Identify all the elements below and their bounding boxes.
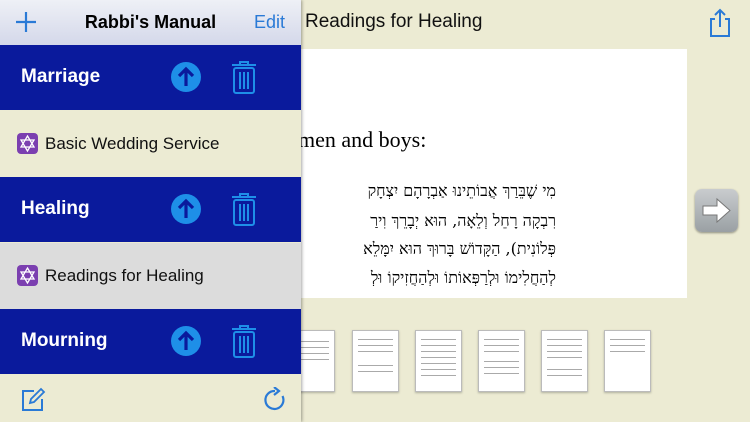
page-heading: men and boys: bbox=[300, 127, 427, 152]
list-item-label: Readings for Healing bbox=[45, 266, 204, 285]
compose-icon[interactable] bbox=[20, 387, 46, 413]
panel-toolbar bbox=[0, 378, 301, 422]
list-item-label: Basic Wedding Service bbox=[45, 134, 220, 153]
trash-icon[interactable] bbox=[230, 323, 258, 359]
page-thumbnail[interactable] bbox=[541, 330, 588, 392]
refresh-icon[interactable] bbox=[262, 387, 288, 413]
hebrew-line: פְּלוֹנִית), הַקָּדוֹשׁ בָּרוּךְ הוּא יִ… bbox=[363, 239, 556, 258]
section-label: Mourning bbox=[21, 330, 108, 351]
hebrew-line: לְהַחֲלִימוֹ וּלְרַפְּאוֹתוֹ וּלְהַחֲזִי… bbox=[370, 268, 556, 287]
arrow-up-circle-icon[interactable] bbox=[170, 325, 202, 357]
edit-button[interactable]: Edit bbox=[254, 12, 285, 33]
section-marriage[interactable]: Marriage bbox=[0, 45, 301, 110]
section-healing[interactable]: Healing bbox=[0, 177, 301, 242]
trash-icon[interactable] bbox=[230, 191, 258, 227]
hebrew-line: רִבְקָה רָחֵל וְלֵאָה, הוּא יְבָרֵךְ וִי… bbox=[370, 211, 556, 230]
star-of-david-icon bbox=[17, 133, 38, 154]
page-thumbnail[interactable] bbox=[604, 330, 651, 392]
arrow-up-circle-icon[interactable] bbox=[170, 193, 202, 225]
arrow-up-circle-icon[interactable] bbox=[170, 61, 202, 93]
section-mourning[interactable]: Mourning bbox=[0, 309, 301, 374]
page-thumbnails bbox=[288, 328, 750, 392]
section-label: Healing bbox=[21, 198, 90, 219]
share-icon[interactable] bbox=[706, 8, 734, 38]
manual-panel: Rabbi's Manual Edit Marriage Basic Weddi… bbox=[0, 0, 301, 422]
page-thumbnail[interactable] bbox=[352, 330, 399, 392]
page-thumbnail[interactable] bbox=[415, 330, 462, 392]
document-title: Readings for Healing bbox=[305, 11, 483, 32]
section-label: Marriage bbox=[21, 66, 101, 87]
star-of-david-icon bbox=[17, 265, 38, 286]
right-arrow-icon bbox=[702, 197, 731, 224]
next-page-button[interactable] bbox=[695, 189, 738, 232]
panel-header: Rabbi's Manual Edit bbox=[0, 0, 301, 45]
list-item[interactable]: Basic Wedding Service bbox=[0, 111, 301, 177]
document-page[interactable]: men and boys: מִי שֶׁבֵּרַךְ אֲבוֹתֵינוּ… bbox=[300, 49, 687, 298]
hebrew-line: מִי שֶׁבֵּרַךְ אֲבוֹתֵינוּ אַבְרָהָם יִצ… bbox=[367, 181, 556, 200]
page-thumbnail[interactable] bbox=[478, 330, 525, 392]
list-item-selected[interactable]: Readings for Healing bbox=[0, 243, 301, 309]
trash-icon[interactable] bbox=[230, 59, 258, 95]
